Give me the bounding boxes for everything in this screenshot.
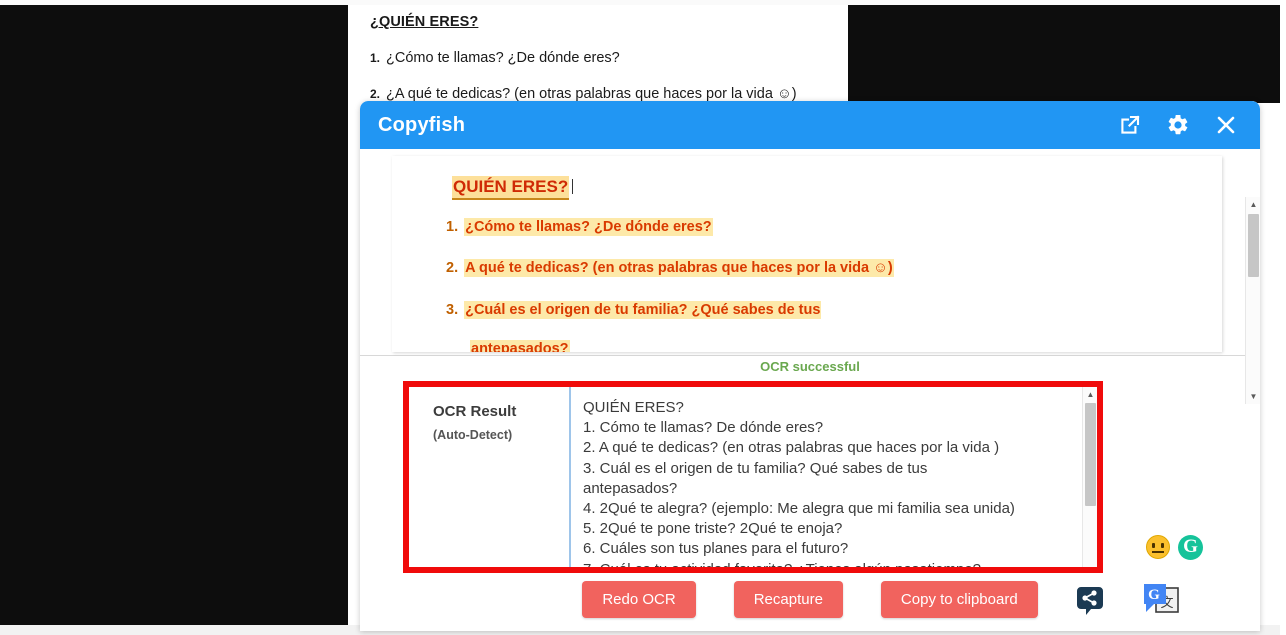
popup-titlebar-actions xyxy=(1118,113,1260,137)
preview-line-number: 2. xyxy=(446,260,459,276)
preview-line-text: antepasados? xyxy=(470,340,570,352)
popup-titlebar: Copyfish xyxy=(360,101,1260,149)
settings-icon[interactable] xyxy=(1166,113,1190,137)
copyfish-popup: Copyfish QUIÉN ERES? 1. ¿Cómo te llamas?… xyxy=(360,101,1260,631)
ocr-result-textarea[interactable]: QUIÉN ERES? 1. Cómo te llamas? De dónde … xyxy=(569,387,1097,567)
list-item-number: 2. xyxy=(370,87,381,101)
preview-heading: QUIÉN ERES? xyxy=(452,176,574,200)
ocr-result-label: OCR Result xyxy=(433,403,517,420)
ocr-result-line: 5. 2Qué te pone triste? 2Qué te enoja? xyxy=(583,520,843,538)
preview-line-text: ¿Cómo te llamas? ¿De dónde eres? xyxy=(464,218,713,236)
preview-heading-text: QUIÉN ERES? xyxy=(452,176,570,200)
hypothesis-annotate-icon[interactable] xyxy=(1072,583,1108,619)
screen: ¿QUIÉN ERES? 1. ¿Cómo te llamas? ¿De dónd… xyxy=(0,0,1286,635)
neutral-face-emoji-icon[interactable] xyxy=(1146,535,1170,559)
result-scrollbar[interactable]: ▲ xyxy=(1082,387,1097,567)
ocr-status-message: OCR successful xyxy=(760,359,860,374)
preview-line: 2. A qué te dedicas? (en otras palabras q… xyxy=(446,259,896,277)
document-list-item: 2. ¿A qué te dedicas? (en otras palabras … xyxy=(370,86,797,102)
recapture-button[interactable]: Recapture xyxy=(733,581,843,618)
scroll-up-arrow-icon[interactable]: ▲ xyxy=(1246,197,1260,212)
document-list-item: 1. ¿Cómo te llamas? ¿De dónde eres? xyxy=(370,50,620,66)
preview-line: antepasados? xyxy=(470,340,572,352)
preview-line: 3. ¿Cuál es el origen de tu familia? ¿Qué… xyxy=(446,301,823,319)
preview-line-text: A qué te dedicas? (en otras palabras que… xyxy=(464,259,894,277)
preview-line-number: 1. xyxy=(446,219,459,235)
ocr-result-panel: OCR Result (Auto-Detect) QUIÉN ERES? 1. … xyxy=(409,387,1097,567)
underlying-document: ¿QUIÉN ERES? 1. ¿Cómo te llamas? ¿De dónd… xyxy=(348,5,848,103)
copy-to-clipboard-button[interactable]: Copy to clipboard xyxy=(880,581,1038,618)
svg-text:G: G xyxy=(1148,587,1160,603)
ocr-result-line: 1. Cómo te llamas? De dónde eres? xyxy=(583,419,824,437)
grammarly-icon[interactable]: G xyxy=(1178,535,1203,560)
ocr-result-line: QUIÉN ERES? xyxy=(583,399,684,416)
popup-title: Copyfish xyxy=(378,113,466,136)
text-caret xyxy=(572,179,574,194)
scrollbar-thumb[interactable] xyxy=(1085,403,1096,506)
ocr-result-line: 2. A qué te dedicas? (en otras palabras … xyxy=(583,439,1000,457)
ocr-result-line: antepasados? xyxy=(583,479,678,497)
browser-right-edge xyxy=(1280,0,1286,635)
ocr-result-highlight-box: OCR Result (Auto-Detect) QUIÉN ERES? 1. … xyxy=(403,381,1103,573)
list-item-text: ¿A qué te dedicas? (en otras palabras qu… xyxy=(386,86,797,102)
black-viewport-right xyxy=(848,5,1280,103)
preview-line-number: 3. xyxy=(446,302,459,318)
list-item-text: ¿Cómo te llamas? ¿De dónde eres? xyxy=(386,50,620,66)
popup-action-buttons: Redo OCR Recapture Copy to clipboard xyxy=(360,581,1260,618)
scroll-down-arrow-icon[interactable]: ▼ xyxy=(1246,389,1260,404)
ocr-result-label-block: OCR Result (Auto-Detect) xyxy=(409,387,569,567)
document-title: ¿QUIÉN ERES? xyxy=(370,14,479,30)
preview-line-text: ¿Cuál es el origen de tu familia? ¿Qué s… xyxy=(464,301,822,319)
preview-line: 1. ¿Cómo te llamas? ¿De dónde eres? xyxy=(446,218,715,236)
open-in-new-window-icon[interactable] xyxy=(1118,113,1142,137)
redo-ocr-button[interactable]: Redo OCR xyxy=(582,581,696,618)
ocr-result-line: 3. Cuál es el origen de tu familia? Qué … xyxy=(583,459,928,477)
ocr-result-sublabel: (Auto-Detect) xyxy=(433,428,513,442)
ocr-result-line: 4. 2Qué te alegra? (ejemplo: Me alegra q… xyxy=(583,500,1015,518)
black-viewport-left xyxy=(0,5,348,625)
list-item-number: 1. xyxy=(370,51,381,65)
ocr-preview-image: QUIÉN ERES? 1. ¿Cómo te llamas? ¿De dónde… xyxy=(392,156,1222,352)
close-icon[interactable] xyxy=(1214,113,1238,137)
ocr-result-line: 7. Cuál es tu actividad favorita? ¿Tiene… xyxy=(583,560,1097,567)
ocr-preview-pane: QUIÉN ERES? 1. ¿Cómo te llamas? ¿De dónde… xyxy=(360,149,1260,404)
google-translate-icon[interactable]: 文 G xyxy=(1140,580,1182,620)
ocr-result-line: 6. Cuáles son tus planes para el futuro? xyxy=(583,540,849,558)
scroll-up-arrow-icon[interactable]: ▲ xyxy=(1083,387,1097,402)
scrollbar-thumb[interactable] xyxy=(1248,214,1259,277)
